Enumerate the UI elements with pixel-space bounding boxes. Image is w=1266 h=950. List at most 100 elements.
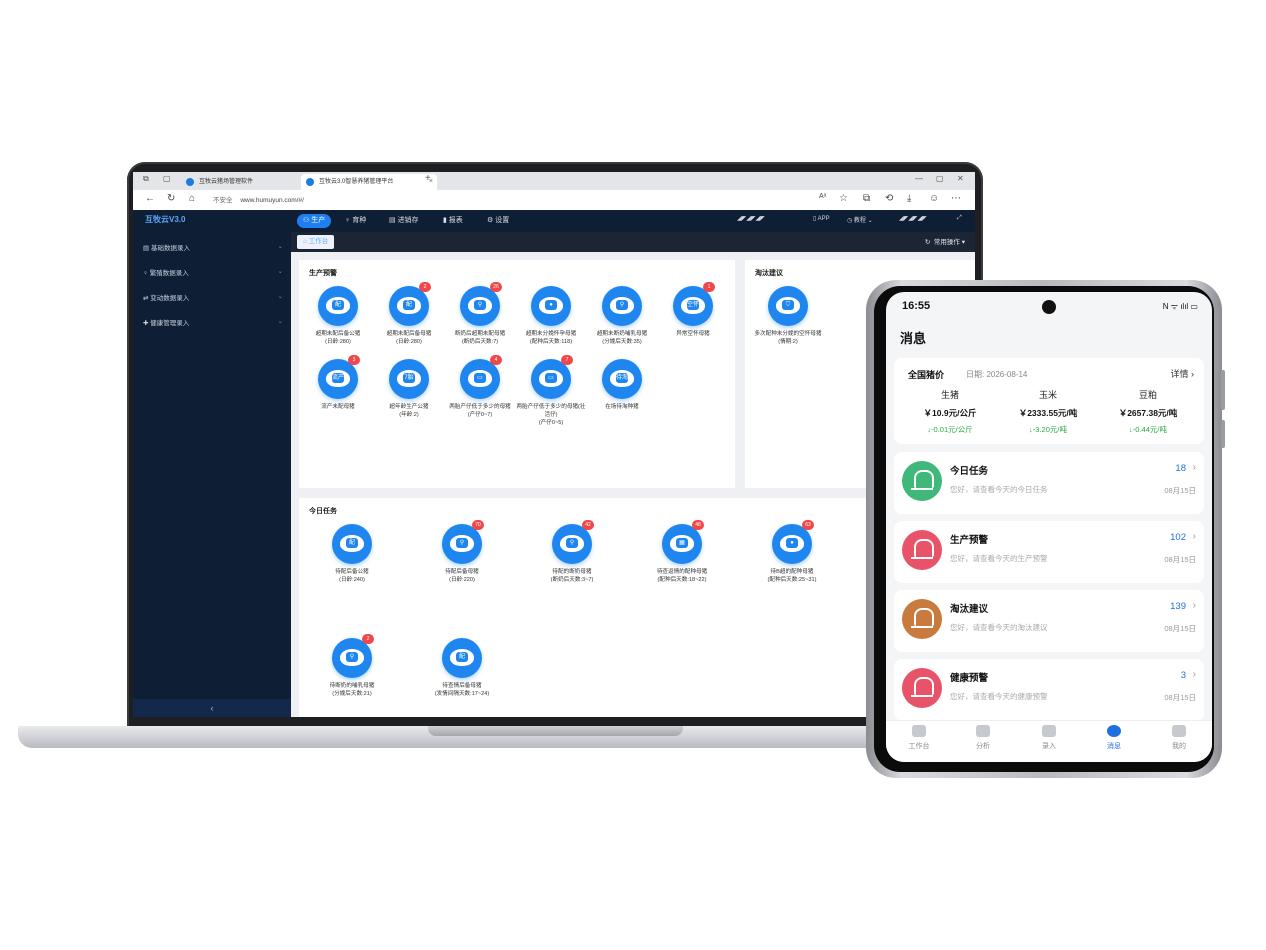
shortcut-label: 异常空怀母猪 [676, 331, 710, 337]
pig-icon: ▦ 48 [662, 520, 704, 564]
sidebar-item-breeding-data[interactable]: ♀ 繁殖数据录入 ⌄ [143, 267, 283, 277]
shortcut-label: 待配后备母猪 (日龄:220) [445, 569, 479, 583]
warning-shortcut[interactable]: ⚲ 2 待断奶的哺乳母猪 (分娩后天数:21) [317, 634, 387, 698]
chevron-right-icon: › [1192, 462, 1196, 473]
shortcut-label: 超期未配后备公猪 (日龄:280) [315, 331, 361, 345]
fullscreen-icon[interactable]: ⤢ [957, 215, 962, 222]
maximize-icon[interactable]: ▢ [936, 174, 944, 183]
message-date: 08月15日 [1164, 486, 1196, 495]
new-tab-button[interactable]: + [425, 173, 431, 184]
bell-icon [902, 461, 942, 501]
count-badge: 3 [348, 355, 360, 365]
sidebar-item-change-data[interactable]: ⇄ 变动数据录入 ⌄ [143, 292, 283, 302]
message-card[interactable]: 今日任务 您好，请查看今天的今日任务 18 › 08月15日 [894, 452, 1204, 514]
sidebar-item-health-data[interactable]: ✚ 健康管理录入 ⌄ [143, 317, 283, 327]
browser-tab-2[interactable]: 互牧云3.0智慧养猪管理平台 × [301, 174, 437, 190]
more-icon[interactable]: ⋯ [951, 193, 961, 204]
read-aloud-icon[interactable]: Aᵃ [819, 193, 826, 200]
favicon-icon [186, 178, 194, 186]
phone-screen: 16:55 N ᯤ ılıl ▭ 消息 全国猪价 日期: 2026-08-14 … [886, 292, 1212, 762]
message-card[interactable]: 健康预警 您好，请查看今天的健康预警 3 › 08月15日 [894, 659, 1204, 721]
warning-shortcut[interactable]: 配待配后备公猪 (日龄:240) [317, 524, 387, 584]
volume-button [1221, 370, 1225, 410]
extensions-icon[interactable]: ⧉ [863, 193, 870, 204]
shortcut-label: 超年龄生产公猪 (年龄:2) [389, 404, 429, 418]
message-card[interactable]: 生产预警 您好，请查看今天的生产预警 102 › 08月15日 [894, 521, 1204, 583]
tutorial-link[interactable]: ◷ 教程 ⌄ [847, 215, 873, 224]
price-detail-link[interactable]: 详情 › [1170, 367, 1194, 380]
sidebar-item-basic-data[interactable]: ▤ 基础数据录入 ⌄ [143, 242, 283, 252]
message-name: 健康预警 [950, 673, 989, 684]
back-icon[interactable]: ← [145, 193, 155, 204]
bell-icon [902, 599, 942, 639]
warning-shortcut[interactable]: ▭ 4 两胎产仔低于多少的母猪 (产仔0~7) [445, 355, 515, 419]
nav-breeding[interactable]: ♀ 育种 [339, 214, 372, 228]
warning-shortcut[interactable]: 配超期未配后备公猪 (日龄:280) [303, 286, 373, 346]
warning-shortcut[interactable]: ⚲ 超期未断奶哺乳母猪 (分娩后天数:35) [587, 286, 657, 346]
warning-shortcut[interactable]: 配 2 超期未配后备母猪 (日龄:280) [374, 282, 444, 346]
message-count: 3 [1180, 670, 1186, 681]
tab-entry[interactable]: 录入 [1024, 725, 1074, 751]
warning-shortcut[interactable]: ⚲ 42 待配的断奶母猪 (断奶后天数:3~7) [537, 520, 607, 584]
nav-reports[interactable]: ▮ 报表 [437, 214, 469, 228]
nav-settings[interactable]: ⚙ 设置 [481, 214, 515, 228]
warning-shortcut[interactable]: 配待查情后备母猪 (发情间隔天数:17~24) [427, 638, 497, 698]
tab-profile[interactable]: 我的 [1154, 725, 1204, 751]
message-card[interactable]: 淘汰建议 您好，请查看今天的淘汰建议 139 › 08月15日 [894, 590, 1204, 652]
window-close-icon[interactable]: ✕ [957, 174, 964, 183]
url-text: www.humuyun.com/#/ [240, 197, 304, 204]
address-input[interactable]: 不安全 www.humuyun.com/#/ [213, 194, 304, 204]
warning-shortcut[interactable]: ⚲ 26 断奶后超期未配母猪 (断奶后天数:7) [445, 282, 515, 346]
laptop-hinge [428, 726, 683, 736]
warning-shortcut[interactable]: ▦ 48 待查返情的配种母猪 (配种后天数:18~22) [647, 520, 717, 584]
count-badge: 42 [582, 520, 594, 530]
history-icon[interactable]: ⟲ [885, 193, 893, 204]
common-ops-dropdown[interactable]: ↻ 常用操作 ▾ [925, 236, 965, 246]
sidebar: 互牧云V3.0 ▤ 基础数据录入 ⌄ ♀ 繁殖数据录入 ⌄ ⇄ 变动数据录入 ⌄ ✚ … [133, 210, 291, 717]
tab-workbench[interactable]: ⌂ 工作台 [297, 235, 335, 249]
warning-shortcut[interactable]: 待淘 在场待淘种猪 [587, 359, 657, 411]
warning-shortcut[interactable]: ● 超期未分娩怀孕母猪 (配种后天数:118) [516, 286, 586, 346]
message-name: 淘汰建议 [950, 604, 989, 615]
user-menu[interactable]: ◢◤◢◤◢◤ [899, 215, 927, 222]
workspace-icon[interactable]: ⧉ [143, 174, 149, 184]
count-badge: 48 [692, 520, 704, 530]
tab-messages[interactable]: 消息 [1089, 725, 1139, 751]
pig-icon: 配 [318, 286, 358, 326]
warning-shortcut[interactable]: ⚲ 70 待配后备母猪 (日龄:220) [427, 520, 497, 584]
warning-shortcut[interactable]: 7胎 超年龄生产公猪 (年龄:2) [374, 359, 444, 419]
count-badge: 7 [561, 355, 573, 365]
warning-shortcut[interactable]: 空怀 1 异常空怀母猪 [658, 282, 728, 338]
warning-shortcut[interactable]: ▭ 7 两胎产仔低于多少的母猪(壮活仔) (产仔0~5) [516, 355, 586, 427]
tab-analysis[interactable]: 分析 [958, 725, 1008, 751]
warning-shortcut[interactable]: 流产 3 流产未配母猪 [303, 355, 373, 411]
warning-shortcut[interactable]: ⛉ 多次配种未分娩的空怀母猪 (情期:2) [753, 286, 823, 346]
profile-icon[interactable]: ☺ [929, 193, 939, 204]
production-warning-panel: 生产预警 配超期未配后备公猪 (日龄:280) 配 2 超期未配后备母猪 (日龄:280)… [299, 260, 735, 488]
message-desc: 您好，请查看今天的生产预警 [950, 554, 1048, 563]
price-change: ↓-0.44元/吨 [1129, 425, 1167, 434]
browser-tab-1[interactable]: 互牧云猪场管理软件 × [181, 174, 317, 190]
pig-price-card[interactable]: 全国猪价 日期: 2026-08-14 详情 › 生猪 ￥10.9元/公斤 ↓-… [894, 358, 1204, 444]
warning-shortcut[interactable]: ● 63 待B超的配种母猪 (配种后天数:25~31) [757, 520, 827, 584]
bell-icon [902, 668, 942, 708]
pig-silhouette-icon: ◢◤◢◤◢◤ [737, 216, 765, 222]
message-desc: 您好，请查看今天的健康预警 [950, 692, 1048, 701]
nav-production[interactable]: ⚇ 生产 [297, 214, 332, 228]
shortcut-label: 断奶后超期未配母猪 (断奶后天数:7) [454, 331, 506, 345]
minimize-icon[interactable]: — [915, 174, 923, 183]
home-icon[interactable]: ⌂ [189, 193, 195, 204]
pig-icon: ⚲ 70 [442, 520, 484, 564]
shortcut-label: 超期未配后备母猪 (日龄:280) [386, 331, 432, 345]
nav-inventory[interactable]: ▤ 进销存 [383, 214, 425, 228]
tab-actions-icon[interactable]: ▢ [163, 174, 171, 183]
price-col-corn: 玉米 ￥2333.55元/吨 ↓-3.20元/吨 [998, 388, 1098, 435]
tab-workbench-mobile[interactable]: 工作台 [894, 725, 944, 751]
refresh-icon[interactable]: ↻ [167, 193, 175, 204]
favorite-star-icon[interactable]: ☆ [839, 193, 848, 204]
pig-icon: ▭ 4 [460, 355, 502, 399]
sidebar-collapse-button[interactable]: ‹ [133, 699, 291, 717]
app-link[interactable]: ▯ APP [813, 215, 830, 222]
shortcut-label: 两胎产仔低于多少的母猪(壮活仔) (产仔0~5) [516, 404, 586, 426]
download-icon[interactable]: ⤓ [907, 193, 911, 204]
